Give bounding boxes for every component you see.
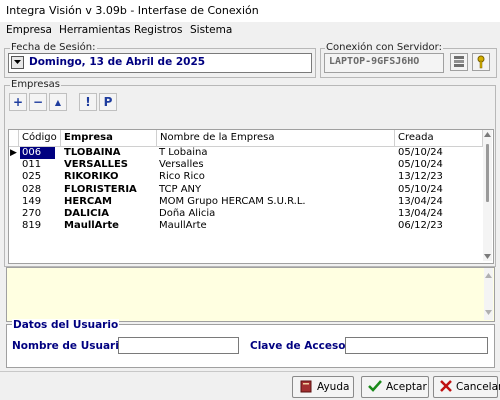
column-header-creada[interactable]: Creada: [395, 130, 483, 146]
book-icon: [299, 379, 313, 396]
cell-codigo: 006: [20, 147, 56, 159]
column-header-nombre[interactable]: Nombre de la Empresa: [157, 130, 395, 146]
menu-registros[interactable]: Registros: [134, 24, 182, 36]
cell-empresa: MaullArte: [64, 220, 119, 232]
table-row[interactable]: 025 RIKORIKO Rico Rico 13/12/23: [9, 171, 483, 183]
p-icon: P: [103, 95, 113, 109]
checkmark-icon: [368, 379, 382, 396]
cell-creada: 13/04/24: [398, 208, 443, 219]
menu-sistema[interactable]: Sistema: [190, 24, 232, 36]
title-bar: Integra Visión v 3.09b - Interfase de Co…: [0, 0, 500, 22]
cell-creada: 13/12/23: [398, 171, 443, 183]
row-indicator-header: [9, 130, 19, 146]
column-header-empresa[interactable]: Empresa: [61, 130, 157, 146]
cell-codigo: 819: [22, 220, 42, 232]
cancel-label: Cancelar: [456, 381, 500, 393]
server-list-button[interactable]: [450, 53, 468, 71]
plus-icon: +: [12, 95, 24, 109]
help-label: Ayuda: [317, 381, 350, 393]
session-legend: Fecha de Sesión:: [10, 42, 97, 53]
cell-codigo: 149: [22, 195, 42, 207]
accept-label: Aceptar: [386, 381, 427, 393]
properties-company-button[interactable]: P: [99, 93, 117, 111]
exclamation-icon: !: [85, 95, 91, 109]
cell-codigo: 011: [22, 159, 42, 171]
username-input[interactable]: [118, 337, 239, 354]
session-date-value: Domingo, 13 de Abril de 2025: [29, 56, 206, 68]
column-header-codigo[interactable]: Código: [19, 130, 61, 146]
cell-empresa: TLOBAINA: [64, 147, 121, 158]
cell-creada: 05/10/24: [398, 147, 443, 158]
row-selected-indicator-icon: ▶: [10, 148, 17, 158]
edit-company-button[interactable]: ▲: [49, 93, 67, 111]
scroll-down-icon[interactable]: [485, 310, 492, 315]
cell-codigo: 028: [22, 183, 42, 195]
footer-separator: [0, 371, 500, 372]
cancel-button[interactable]: Cancelar: [433, 376, 500, 398]
key-icon: [473, 55, 489, 73]
accept-button[interactable]: Aceptar: [361, 376, 429, 398]
cell-nombre: MOM Grupo HERCAM S.U.R.L.: [159, 195, 306, 207]
table-header: Código Empresa Nombre de la Empresa Crea…: [9, 130, 483, 147]
server-icon: [451, 56, 467, 73]
server-key-button[interactable]: [472, 53, 490, 71]
minus-icon: −: [32, 95, 44, 109]
cell-nombre: Versalles: [159, 159, 204, 171]
username-label: Nombre de Usuario:: [12, 340, 131, 352]
table-row[interactable]: ▶ 006 TLOBAINA T Lobaina 05/10/24: [9, 147, 483, 159]
delete-company-button[interactable]: −: [29, 93, 47, 111]
cell-empresa: FLORISTERIA: [64, 183, 137, 195]
table-row[interactable]: 028 FLORISTERIA TCP ANY 05/10/24: [9, 184, 483, 196]
menu-bar: Empresa Herramientas Registros Sistema: [0, 22, 500, 38]
cell-empresa: HERCAM: [64, 195, 112, 207]
scroll-down-icon[interactable]: [484, 254, 491, 259]
up-triangle-icon: ▲: [54, 97, 62, 107]
help-button[interactable]: Ayuda: [292, 376, 354, 398]
server-name: LAPTOP-9GFSJ6HO: [329, 56, 420, 67]
password-input[interactable]: [345, 337, 488, 354]
table-row[interactable]: 149 HERCAM MOM Grupo HERCAM S.U.R.L. 13/04/…: [9, 196, 483, 208]
table-row[interactable]: 819 MaullArte MaullArte 06/12/23: [9, 220, 483, 232]
cell-creada: 05/10/24: [398, 183, 443, 195]
server-legend: Conexión con Servidor:: [325, 42, 443, 53]
info-company-button[interactable]: !: [79, 93, 97, 111]
server-name-field: LAPTOP-9GFSJ6HO: [324, 53, 444, 73]
table-scrollbar[interactable]: [483, 130, 492, 261]
companies-table[interactable]: Código Empresa Nombre de la Empresa Crea…: [8, 129, 494, 264]
cell-creada: 13/04/24: [398, 195, 443, 207]
cell-nombre: Rico Rico: [159, 171, 205, 183]
scroll-up-icon[interactable]: [484, 132, 491, 137]
table-row[interactable]: 270 DALICIA Doña Alicia 13/04/24: [9, 208, 483, 220]
user-data-legend: Datos del Usuario: [12, 319, 120, 331]
cell-empresa: RIKORIKO: [64, 171, 119, 183]
cell-nombre: MaullArte: [159, 220, 207, 232]
dropdown-arrow-icon[interactable]: [11, 56, 24, 69]
cell-empresa: VERSALLES: [64, 159, 128, 171]
scroll-thumb[interactable]: [486, 144, 489, 202]
add-company-button[interactable]: +: [9, 93, 27, 111]
cell-codigo: 270: [22, 208, 42, 219]
empresas-legend: Empresas: [10, 79, 61, 90]
cell-codigo: 025: [22, 171, 42, 183]
close-icon: [440, 379, 452, 395]
cell-creada: 06/12/23: [398, 220, 443, 232]
table-row[interactable]: 011 VERSALLES Versalles 05/10/24: [9, 159, 483, 171]
menu-herramientas[interactable]: Herramientas: [59, 24, 131, 36]
cell-nombre: TCP ANY: [159, 183, 202, 195]
cell-empresa: DALICIA: [64, 208, 109, 219]
window-title: Integra Visión v 3.09b - Interfase de Co…: [6, 4, 259, 17]
memo-scrollbar[interactable]: [484, 268, 493, 320]
menu-empresa[interactable]: Empresa: [6, 24, 52, 36]
info-memo: [6, 267, 495, 322]
cell-nombre: T Lobaina: [159, 147, 208, 158]
session-date-combo[interactable]: Domingo, 13 de Abril de 2025: [8, 53, 312, 73]
table-body: ▶ 006 TLOBAINA T Lobaina 05/10/24 011 VERSALLE…: [9, 147, 483, 261]
password-label: Clave de Acceso:: [250, 340, 350, 352]
scroll-up-icon[interactable]: [485, 273, 492, 278]
cell-nombre: Doña Alicia: [159, 208, 216, 219]
cell-creada: 05/10/24: [398, 159, 443, 171]
